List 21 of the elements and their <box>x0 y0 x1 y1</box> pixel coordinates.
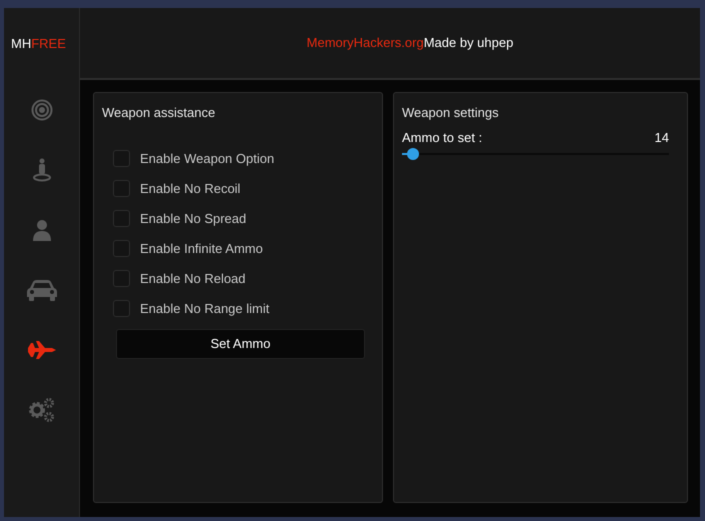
logo: MHFREE <box>11 35 66 54</box>
slider-value: 14 <box>654 128 669 146</box>
set-ammo-button[interactable]: Set Ammo <box>116 328 365 358</box>
checkbox[interactable] <box>113 180 130 197</box>
panel-title: Weapon settings <box>402 104 500 122</box>
site-link[interactable]: MemoryHackers.org <box>306 33 424 53</box>
credit-text: Made by uhpep <box>424 34 514 52</box>
slider-label: Ammo to set : <box>402 128 482 146</box>
option-label: Enable Infinite Ammo <box>140 240 263 258</box>
option-label: Enable Weapon Option <box>140 150 274 168</box>
option-label: Enable No Recoil <box>140 180 240 198</box>
checkbox[interactable] <box>113 150 130 167</box>
option-label: Enable No Range limit <box>140 300 270 318</box>
checkbox[interactable] <box>113 240 130 257</box>
checkbox[interactable] <box>113 270 130 287</box>
ammo-slider[interactable] <box>402 148 669 160</box>
checkbox[interactable] <box>113 300 130 317</box>
checkbox[interactable] <box>113 210 130 227</box>
panel-title: Weapon assistance <box>102 104 216 122</box>
option-label: Enable No Spread <box>140 210 246 228</box>
option-label: Enable No Reload <box>140 270 246 288</box>
